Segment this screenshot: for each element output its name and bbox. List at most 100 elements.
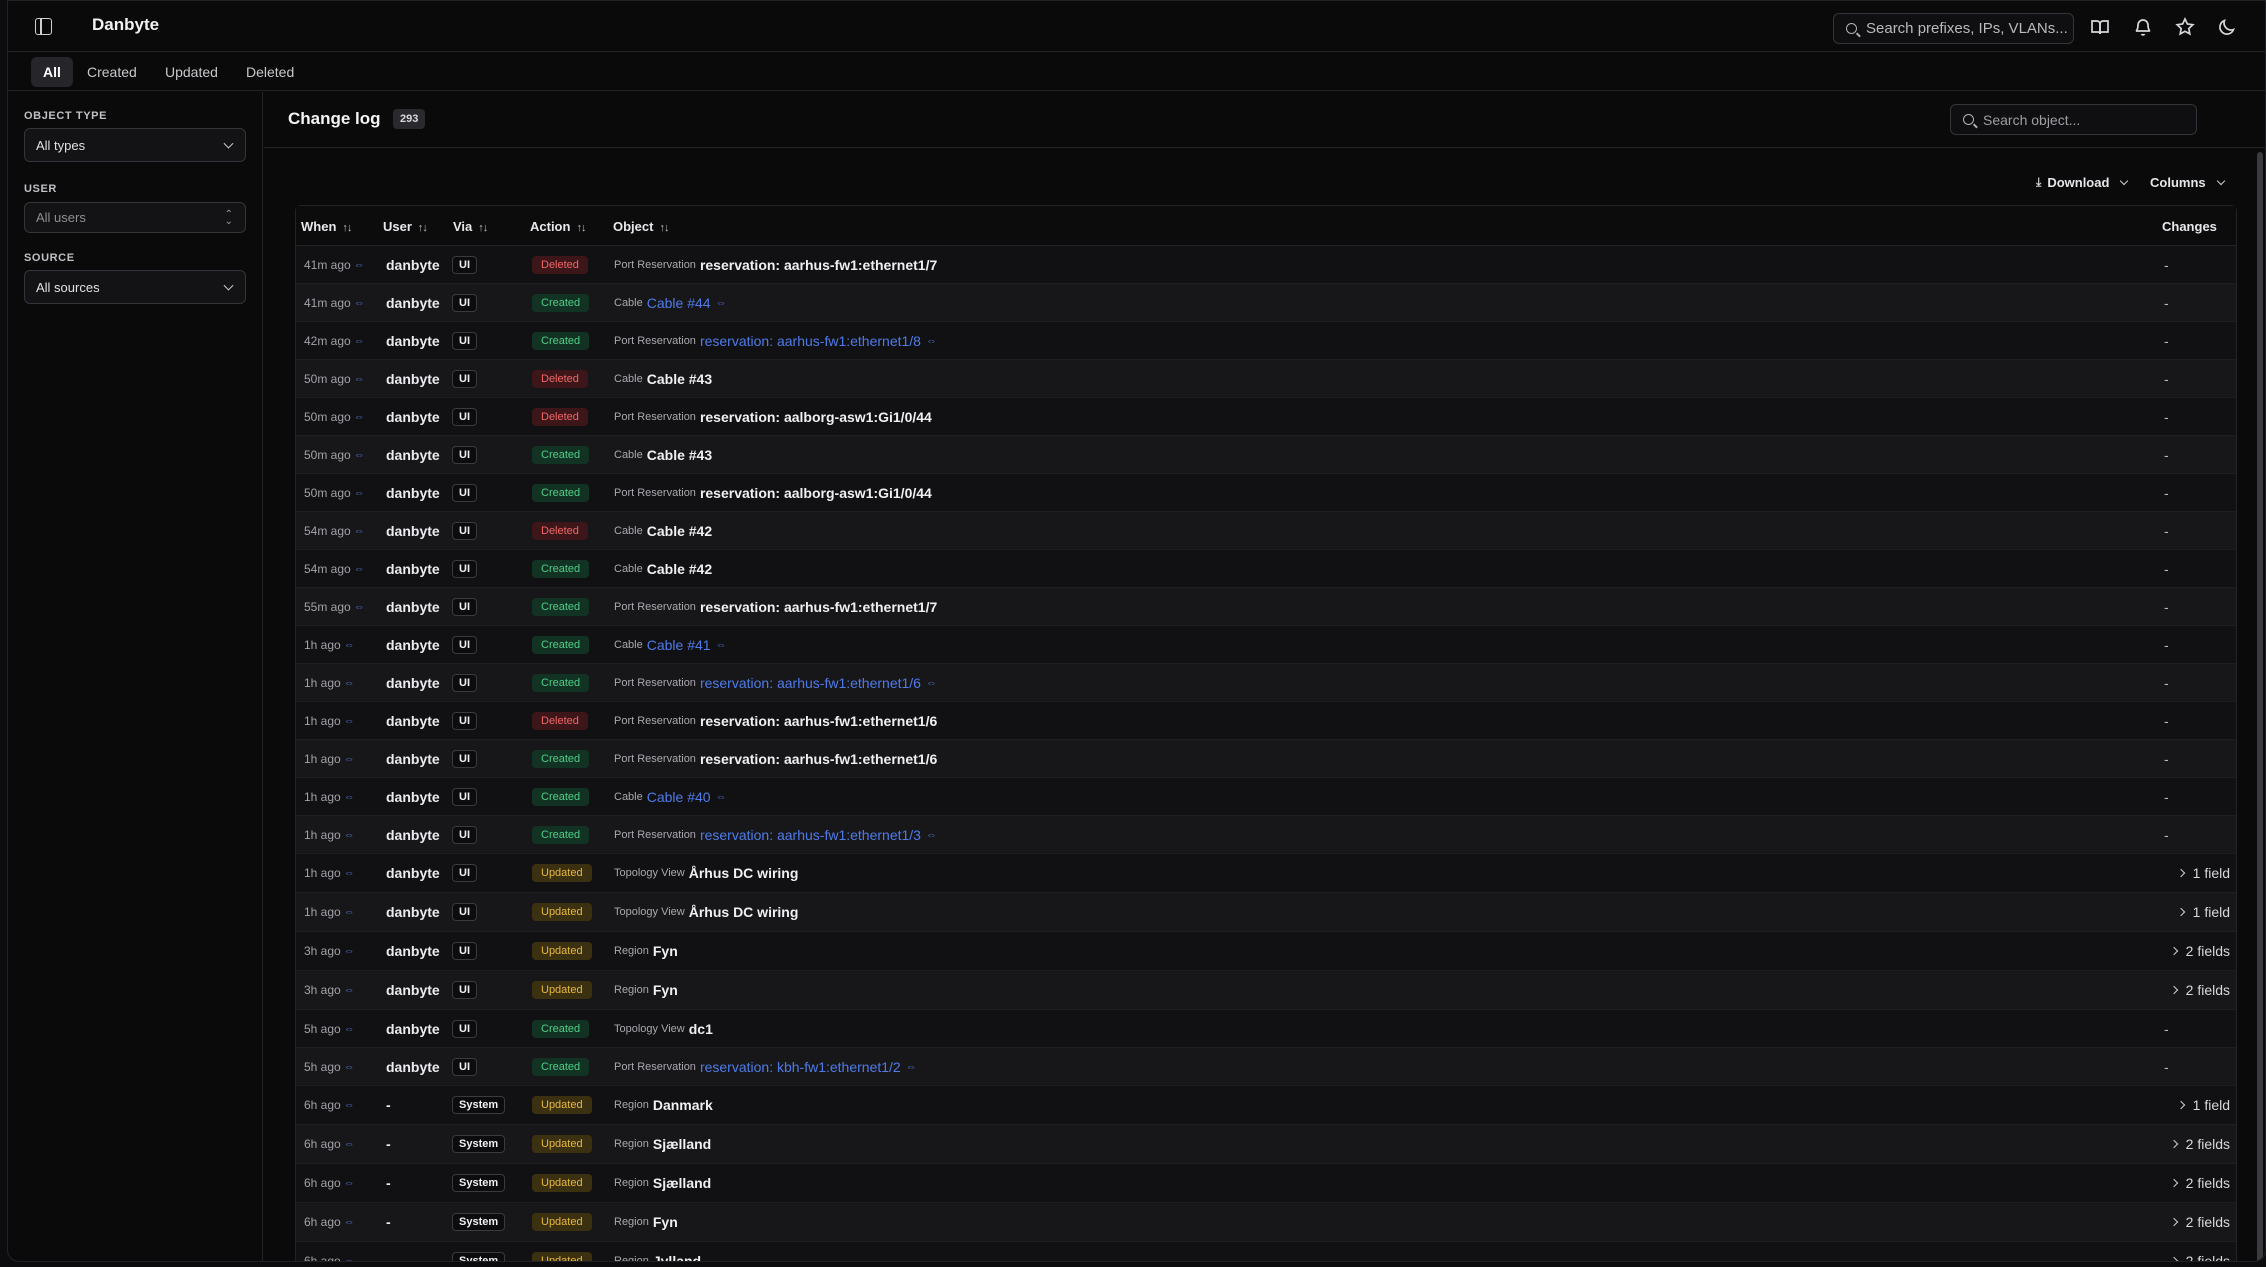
global-search-input[interactable]: Search prefixes, IPs, VLANs... [1833,13,2074,44]
table-row[interactable]: 54m ago ⇔ danbyte UI Deleted Cable Cable #42 - [296,512,2236,550]
sidebar-toggle-icon[interactable] [35,18,52,35]
star-icon[interactable] [2175,17,2195,37]
table-row[interactable]: 55m ago ⇔ danbyte UI Created Port Reservation… [296,588,2236,626]
object-name[interactable]: Cable #44 [647,295,711,311]
link-icon[interactable]: ⇔ [344,1177,355,1189]
tab-all[interactable]: All [31,57,73,87]
download-button[interactable]: ⤓ Download [2036,175,2129,190]
link-icon[interactable]: ⇔ [344,753,355,765]
col-user[interactable]: User ↑↓ [383,219,428,234]
link-icon[interactable]: ⇔ [354,297,365,309]
tab-updated[interactable]: Updated [153,57,230,87]
link-icon[interactable]: ⇔ [716,791,727,803]
object-name[interactable]: reservation: aarhus-fw1:ethernet1/6 [700,675,921,691]
table-row[interactable]: 6h ago ⇔ - System Updated Region Danmark 1 fiel… [296,1086,2236,1125]
tab-created[interactable]: Created [75,57,149,87]
scrollbar[interactable] [2257,152,2263,1261]
table-row[interactable]: 42m ago ⇔ danbyte UI Created Port Reservation… [296,322,2236,360]
table-row[interactable]: 6h ago ⇔ - System Updated Region Sjælland 2 fie… [296,1164,2236,1203]
link-icon[interactable]: ⇔ [354,411,365,423]
link-icon[interactable]: ⇔ [354,335,365,347]
changes-toggle[interactable]: 2 fields [2166,1242,2230,1261]
table-row[interactable]: 1h ago ⇔ danbyte UI Created Port Reservation r… [296,664,2236,702]
table-row[interactable]: 1h ago ⇔ danbyte UI Deleted Port Reservation r… [296,702,2236,740]
link-icon[interactable]: ⇔ [926,829,937,841]
docs-book-icon[interactable] [2090,17,2110,37]
link-icon[interactable]: ⇔ [344,1023,355,1035]
table-row[interactable]: 50m ago ⇔ danbyte UI Created Cable Cable #43 - [296,436,2236,474]
user-select[interactable]: All users ⌃ ⌄ [24,202,246,233]
link-icon[interactable]: ⇔ [716,297,727,309]
table-row[interactable]: 5h ago ⇔ danbyte UI Created Topology View dc1 - [296,1010,2236,1048]
table-row[interactable]: 6h ago ⇔ - System Updated Region Sjælland 2 fie… [296,1125,2236,1164]
link-icon[interactable]: ⇔ [344,715,355,727]
table-row[interactable]: 50m ago ⇔ danbyte UI Deleted Cable Cable #43 - [296,360,2236,398]
link-icon[interactable]: ⇔ [344,639,355,651]
tab-deleted[interactable]: Deleted [234,57,306,87]
changes-toggle[interactable]: 2 fields [2166,932,2230,970]
changes-toggle[interactable]: 2 fields [2166,1125,2230,1163]
table-row[interactable]: 41m ago ⇔ danbyte UI Deleted Port Reservation… [296,246,2236,284]
changes-toggle[interactable]: 1 field [2166,1086,2230,1124]
table-row[interactable]: 1h ago ⇔ danbyte UI Created Cable Cable #40 ⇔ - [296,778,2236,816]
link-icon[interactable]: ⇔ [344,945,355,957]
columns-button[interactable]: Columns [2150,175,2225,190]
link-icon[interactable]: ⇔ [344,906,355,918]
table-row[interactable]: 1h ago ⇔ danbyte UI Created Cable Cable #41 ⇔ - [296,626,2236,664]
table-row[interactable]: 54m ago ⇔ danbyte UI Created Cable Cable #42 - [296,550,2236,588]
table-row[interactable]: 1h ago ⇔ danbyte UI Updated Topology View Århu… [296,893,2236,932]
link-icon[interactable]: ⇔ [344,1061,355,1073]
bell-icon[interactable] [2133,17,2153,37]
table-row[interactable]: 6h ago ⇔ - System Updated Region Jylland 2 fiel… [296,1242,2236,1261]
object-name[interactable]: reservation: aarhus-fw1:ethernet1/3 [700,827,921,843]
chevron-right-icon [2176,907,2185,917]
object-name[interactable]: reservation: aarhus-fw1:ethernet1/8 [700,333,921,349]
link-icon[interactable]: ⇔ [344,791,355,803]
table-row[interactable]: 50m ago ⇔ danbyte UI Created Port Reservation… [296,474,2236,512]
table-row[interactable]: 50m ago ⇔ danbyte UI Deleted Port Reservation… [296,398,2236,436]
link-icon[interactable]: ⇔ [344,984,355,996]
table-row[interactable]: 1h ago ⇔ danbyte UI Created Port Reservation r… [296,740,2236,778]
col-object[interactable]: Object ↑↓ [613,219,669,234]
link-icon[interactable]: ⇔ [354,563,365,575]
link-icon[interactable]: ⇔ [906,1061,917,1073]
link-icon[interactable]: ⇔ [354,449,365,461]
object-name[interactable]: Cable #40 [647,789,711,805]
col-via[interactable]: Via ↑↓ [453,219,488,234]
changes-toggle[interactable]: 1 field [2166,854,2230,892]
table-row[interactable]: 3h ago ⇔ danbyte UI Updated Region Fyn 2 fields [296,932,2236,971]
col-when[interactable]: When ↑↓ [301,219,352,234]
source-select[interactable]: All sources [24,270,246,304]
link-icon[interactable]: ⇔ [344,677,355,689]
link-icon[interactable]: ⇔ [354,373,365,385]
link-icon[interactable]: ⇔ [344,1255,355,1261]
changes-toggle[interactable]: 1 field [2166,893,2230,931]
link-icon[interactable]: ⇔ [716,639,727,651]
link-icon[interactable]: ⇔ [344,1138,355,1150]
object-name[interactable]: Cable #41 [647,637,711,653]
link-icon[interactable]: ⇔ [344,867,355,879]
link-icon[interactable]: ⇔ [926,335,937,347]
link-icon[interactable]: ⇔ [344,1216,355,1228]
link-icon[interactable]: ⇔ [926,677,937,689]
link-icon[interactable]: ⇔ [354,487,365,499]
link-icon[interactable]: ⇔ [344,1099,355,1111]
table-row[interactable]: 1h ago ⇔ danbyte UI Updated Topology View Århu… [296,854,2236,893]
table-row[interactable]: 1h ago ⇔ danbyte UI Created Port Reservation r… [296,816,2236,854]
changes-toggle[interactable]: 2 fields [2166,1203,2230,1241]
col-action[interactable]: Action ↑↓ [530,219,586,234]
table-row[interactable]: 3h ago ⇔ danbyte UI Updated Region Fyn 2 fields [296,971,2236,1010]
changes-toggle[interactable]: 2 fields [2166,971,2230,1009]
link-icon[interactable]: ⇔ [354,259,365,271]
object-name[interactable]: reservation: kbh-fw1:ethernet1/2 [700,1059,901,1075]
moon-icon[interactable] [2217,17,2237,37]
table-row[interactable]: 5h ago ⇔ danbyte UI Created Port Reservation r… [296,1048,2236,1086]
link-icon[interactable]: ⇔ [344,829,355,841]
changes-toggle[interactable]: 2 fields [2166,1164,2230,1202]
link-icon[interactable]: ⇔ [354,601,365,613]
link-icon[interactable]: ⇔ [354,525,365,537]
object-type-select[interactable]: All types [24,128,246,162]
object-search-input[interactable]: Search object... [1950,104,2197,135]
table-row[interactable]: 41m ago ⇔ danbyte UI Created Cable Cable #44 ⇔ - [296,284,2236,322]
table-row[interactable]: 6h ago ⇔ - System Updated Region Fyn 2 fields [296,1203,2236,1242]
